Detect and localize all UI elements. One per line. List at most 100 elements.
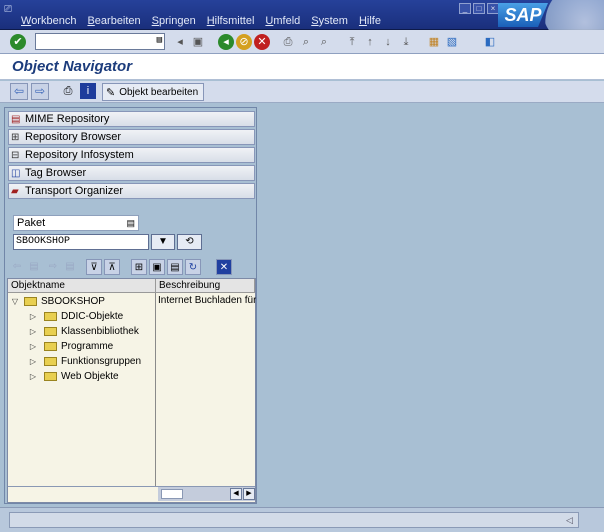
worklist-icon[interactable]: ▣ [149, 259, 165, 275]
tree-node-label: Klassenbibliothek [61, 325, 139, 337]
collapsed-icon[interactable]: ▷ [28, 357, 38, 366]
display-icon[interactable]: ⟲ [177, 234, 202, 250]
folder-open-icon [24, 296, 37, 306]
mime-repository-button[interactable]: ▤ MIME Repository [8, 111, 255, 127]
next-page-icon[interactable]: ↓ [380, 34, 396, 50]
tag-browser-button[interactable]: ◫ Tag Browser [8, 165, 255, 181]
scroll-thumb[interactable] [161, 489, 183, 499]
object-type-select[interactable]: Paket ▤ [13, 215, 139, 231]
exit-icon[interactable]: ⊘ [236, 34, 252, 50]
collapsed-icon[interactable]: ▷ [28, 327, 38, 336]
find-icon[interactable]: ⌕ [298, 34, 314, 50]
collapsed-icon[interactable]: ▷ [28, 312, 38, 321]
info-icon[interactable]: i [80, 83, 96, 99]
expand-icon[interactable]: ⊼ [104, 259, 120, 275]
navigation-panel: ▤ MIME Repository ⊞ Repository Browser ⊟… [4, 107, 257, 504]
expanded-icon[interactable]: ▽ [10, 297, 20, 306]
close-icon[interactable]: ✕ [216, 259, 232, 275]
cancel-icon[interactable]: ✕ [254, 34, 270, 50]
refresh-icon[interactable]: ↻ [185, 259, 201, 275]
maximize-icon[interactable]: □ [473, 3, 485, 14]
tree-node[interactable]: ▷ Funktionsgruppen [28, 354, 141, 368]
scroll-left-icon[interactable]: ◀ [230, 488, 242, 500]
back-history-icon[interactable]: ▤ [26, 259, 42, 275]
collapsed-icon[interactable]: ▷ [28, 342, 38, 351]
folder-icon [44, 326, 57, 336]
menu-item-system[interactable]: System [311, 15, 348, 27]
save-icon[interactable]: ▣ [190, 34, 206, 50]
collapsed-icon[interactable]: ▷ [28, 372, 38, 381]
back-icon[interactable]: ◂ [218, 34, 234, 50]
page-title: Object Navigator [12, 58, 133, 75]
scroll-right-icon[interactable]: ▶ [243, 488, 255, 500]
repository-browser-button[interactable]: ⊞ Repository Browser [8, 129, 255, 145]
repository-browser-label: Repository Browser [25, 131, 121, 143]
tree-node-label: SBOOKSHOP [41, 295, 105, 307]
dropdown-icon[interactable]: ▤ [126, 216, 135, 230]
menu-item-hilfsmittel[interactable]: Hilfsmittel [207, 15, 255, 27]
menu: Workbench Bearbeiten Springen Hilfsmitte… [21, 15, 381, 27]
folder-icon [44, 341, 57, 351]
menu-item-umfeld[interactable]: Umfeld [265, 15, 300, 27]
shortcut-icon[interactable]: ▧ [444, 34, 460, 50]
edit-object-icon: ✎ [106, 86, 116, 99]
repository-infosystem-label: Repository Infosystem [25, 149, 134, 161]
status-field [9, 512, 579, 528]
tag-icon: ◫ [11, 167, 21, 179]
tree-node[interactable]: ▷ DDIC-Objekte [28, 309, 123, 323]
window-controls: _ □ × [459, 3, 499, 14]
column-header-beschreibung[interactable]: Beschreibung [156, 279, 255, 293]
hierarchy-icon[interactable]: ⊞ [131, 259, 147, 275]
command-field[interactable]: ▤ [35, 33, 165, 50]
transport-organizer-button[interactable]: ▰ Transport Organizer [8, 183, 255, 199]
tree-node-root[interactable]: ▽ SBOOKSHOP [10, 294, 105, 308]
window-icon[interactable]: ⎚ [4, 4, 18, 16]
menu-item-springen[interactable]: Springen [152, 15, 196, 27]
tree-node-label: Programme [61, 340, 114, 352]
forward-history-icon[interactable]: ▤ [62, 259, 78, 275]
column-header-objektname[interactable]: Objektname [8, 279, 156, 293]
transport-organizer-label: Transport Organizer [25, 185, 124, 197]
package-name-input[interactable]: SBOOKSHOP [13, 234, 149, 250]
list-icon[interactable]: ▤ [167, 259, 183, 275]
title-bar: Object Navigator [0, 54, 604, 80]
tree-node[interactable]: ▷ Programme [28, 339, 113, 353]
edit-object-button[interactable]: ✎ Objekt bearbeiten [102, 83, 205, 101]
application-toolbar: ⇦ ⇨ ⎙ i ✎ Objekt bearbeiten [0, 81, 604, 103]
tag-browser-label: Tag Browser [25, 167, 87, 179]
dropdown-icon[interactable]: ▤ [157, 35, 162, 45]
chevron-down-icon[interactable]: ▼ [151, 234, 175, 250]
checkmark-icon[interactable]: ✔ [10, 34, 26, 50]
new-session-icon[interactable]: ▦ [426, 34, 442, 50]
back-arrow-icon[interactable]: ⇦ [9, 259, 25, 275]
folder-icon [44, 311, 57, 321]
object-tree: Objektname Beschreibung ▽ SBOOKSHOP Inte… [7, 278, 256, 503]
collapse-icon[interactable]: ⊽ [86, 259, 102, 275]
print-icon[interactable]: ⎙ [280, 34, 296, 50]
tree-node[interactable]: ▷ Klassenbibliothek [28, 324, 139, 338]
object-type-value: Paket [17, 217, 46, 229]
left-triangle-icon[interactable]: ◂ [172, 34, 188, 50]
tree-toolbar: ⇦ ▤ ⇨ ▤ ⊽ ⊼ ⊞ ▣ ▤ ↻ ✕ [6, 257, 256, 277]
menu-item-hilfe[interactable]: Hilfe [359, 15, 381, 27]
help-icon[interactable]: ◧ [482, 34, 498, 50]
previous-page-icon[interactable]: ↑ [362, 34, 378, 50]
status-expand-icon[interactable]: ◁ [566, 515, 573, 526]
back-arrow-icon[interactable]: ⇦ [10, 83, 28, 100]
minimize-icon[interactable]: _ [459, 3, 471, 14]
printer-icon[interactable]: ⎙ [60, 83, 76, 99]
menu-item-bearbeiten[interactable]: Bearbeiten [87, 15, 140, 27]
tree-node-label: DDIC-Objekte [61, 310, 124, 322]
close-icon[interactable]: × [487, 3, 499, 14]
find-next-icon[interactable]: ⌕ [316, 34, 332, 50]
column-divider [155, 293, 156, 486]
tree-node[interactable]: ▷ Web Objekte [28, 369, 119, 383]
last-page-icon[interactable]: ⤓ [398, 34, 414, 50]
forward-arrow-icon[interactable]: ⇨ [45, 259, 61, 275]
repository-infosystem-button[interactable]: ⊟ Repository Infosystem [8, 147, 255, 163]
first-page-icon[interactable]: ⤒ [344, 34, 360, 50]
forward-arrow-icon[interactable]: ⇨ [31, 83, 49, 100]
menu-item-workbench[interactable]: Workbench [21, 15, 76, 27]
hierarchy-icon: ⊞ [11, 131, 20, 143]
horizontal-scrollbar[interactable]: ◀ ▶ [8, 486, 255, 501]
